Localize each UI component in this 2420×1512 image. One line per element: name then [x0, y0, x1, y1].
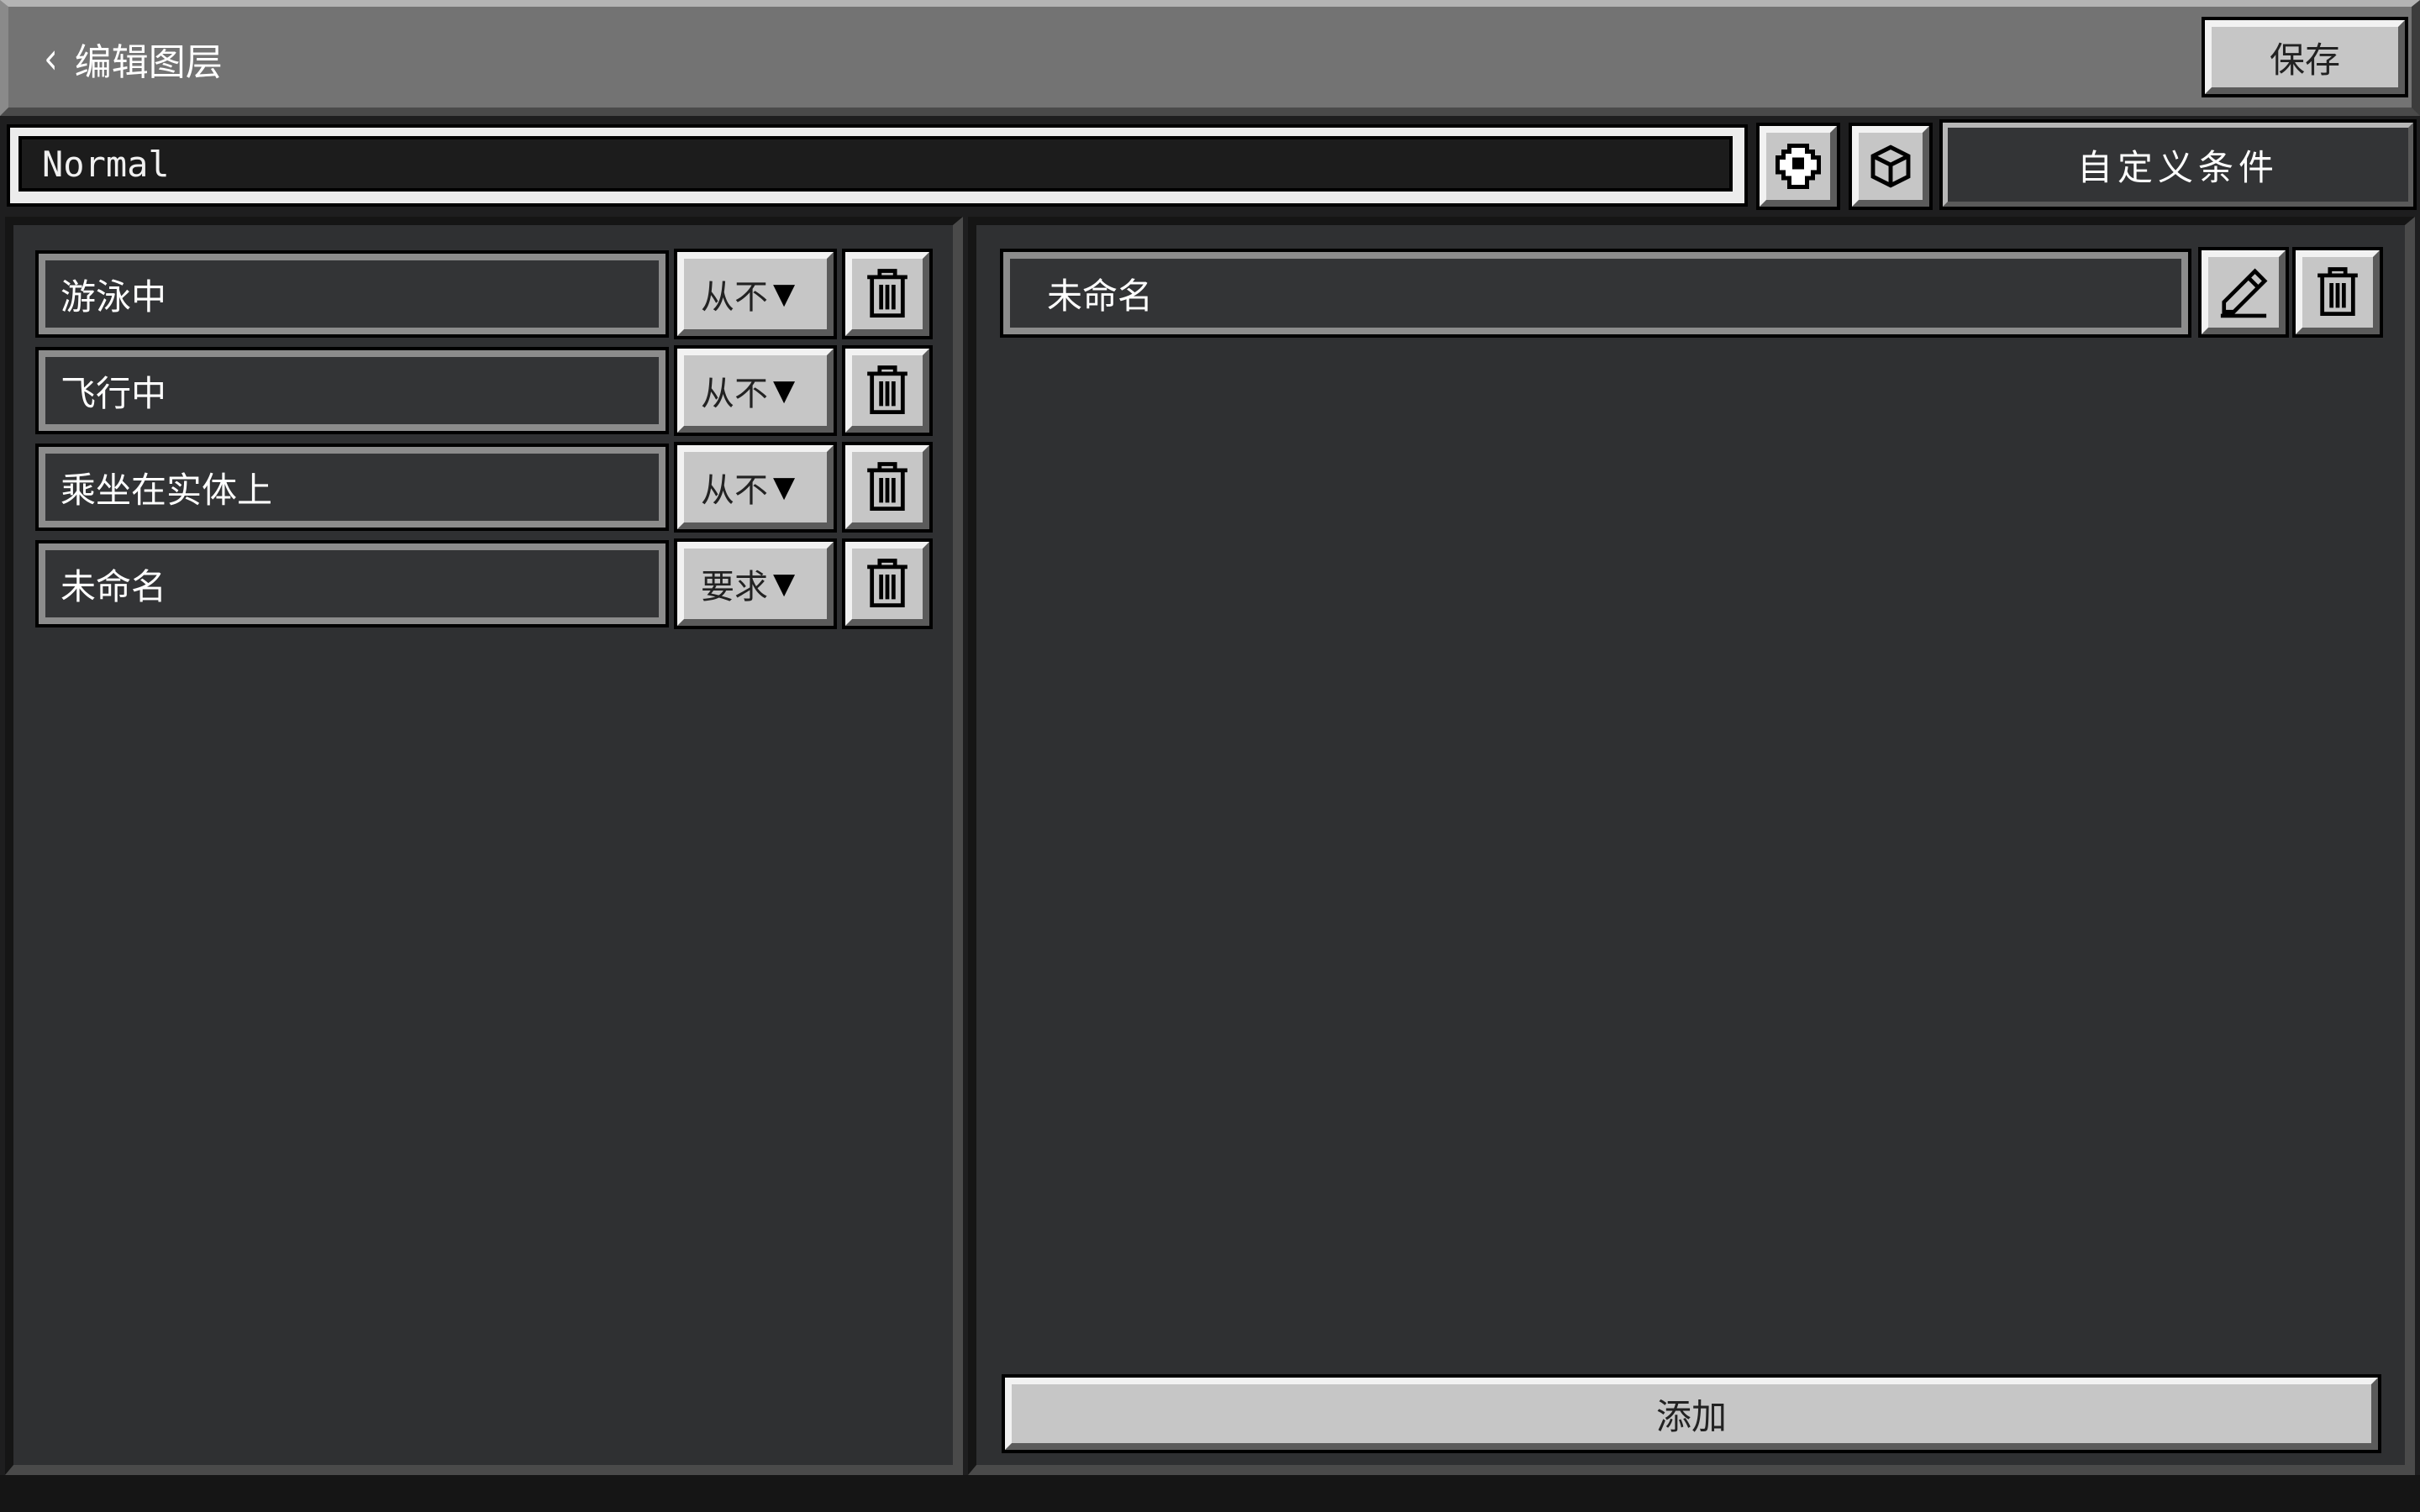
bottom-strip	[0, 1475, 2420, 1512]
edit-custom-condition-button[interactable]	[2198, 247, 2289, 338]
condition-mode: 要求	[701, 568, 768, 606]
delete-condition-button[interactable]	[842, 345, 933, 436]
add-button-label: 添加	[1655, 1395, 1727, 1437]
condition-name: 乘坐在实体上	[60, 469, 273, 511]
custom-condition-name: 未命名	[1047, 275, 1154, 317]
cube-button[interactable]	[1849, 123, 1933, 210]
condition-name-field: 游泳中	[35, 250, 669, 338]
condition-name-field: 乘坐在实体上	[35, 444, 669, 531]
header-bar	[0, 0, 2420, 116]
trash-icon	[867, 269, 908, 318]
triangle-down-icon: ▼	[773, 567, 796, 601]
trash-icon	[867, 462, 908, 512]
condition-mode-dropdown[interactable]: 要求 ▼	[674, 538, 837, 629]
skin-button[interactable]	[1756, 123, 1840, 210]
condition-mode-dropdown[interactable]: 从不 ▼	[674, 442, 837, 533]
save-button-label: 保存	[2269, 39, 2340, 81]
condition-name: 未命名	[60, 565, 167, 607]
condition-mode-dropdown[interactable]: 从不 ▼	[674, 345, 837, 436]
pencil-icon	[2220, 268, 2268, 318]
condition-name: 游泳中	[60, 276, 167, 318]
condition-mode: 从不	[701, 375, 768, 413]
cube-icon	[1870, 144, 1911, 188]
layer-name-field[interactable]: Normal	[7, 124, 1748, 207]
custom-conditions-button[interactable]: 自定义条件	[1939, 119, 2417, 210]
delete-condition-button[interactable]	[842, 442, 933, 533]
condition-name: 飞行中	[60, 372, 167, 414]
condition-mode: 从不	[701, 471, 768, 510]
custom-condition-name-field: 未命名	[1000, 249, 2191, 338]
trash-icon	[867, 559, 908, 608]
condition-mode: 从不	[701, 278, 768, 317]
skin-icon	[1776, 144, 1821, 189]
trash-icon	[867, 365, 908, 415]
add-button[interactable]: 添加	[1002, 1374, 2381, 1453]
custom-conditions-label: 自定义条件	[2076, 146, 2279, 188]
page-title: 编辑图层	[74, 41, 223, 84]
trash-icon	[2317, 267, 2358, 317]
triangle-down-icon: ▼	[773, 470, 796, 504]
delete-custom-condition-button[interactable]	[2292, 247, 2383, 338]
save-button[interactable]: 保存	[2202, 17, 2408, 97]
condition-name-field: 飞行中	[35, 347, 669, 434]
triangle-down-icon: ▼	[773, 277, 796, 311]
chevron-left-icon: ‹	[44, 34, 58, 84]
condition-mode-dropdown[interactable]: 从不 ▼	[674, 249, 837, 339]
back-button[interactable]: ‹ 编辑图层	[42, 32, 223, 86]
delete-condition-button[interactable]	[842, 538, 933, 629]
layer-name-input[interactable]: Normal	[18, 136, 1733, 192]
custom-conditions-panel	[968, 217, 2415, 1475]
triangle-down-icon: ▼	[773, 374, 796, 407]
delete-condition-button[interactable]	[842, 249, 933, 339]
condition-name-field: 未命名	[35, 540, 669, 627]
